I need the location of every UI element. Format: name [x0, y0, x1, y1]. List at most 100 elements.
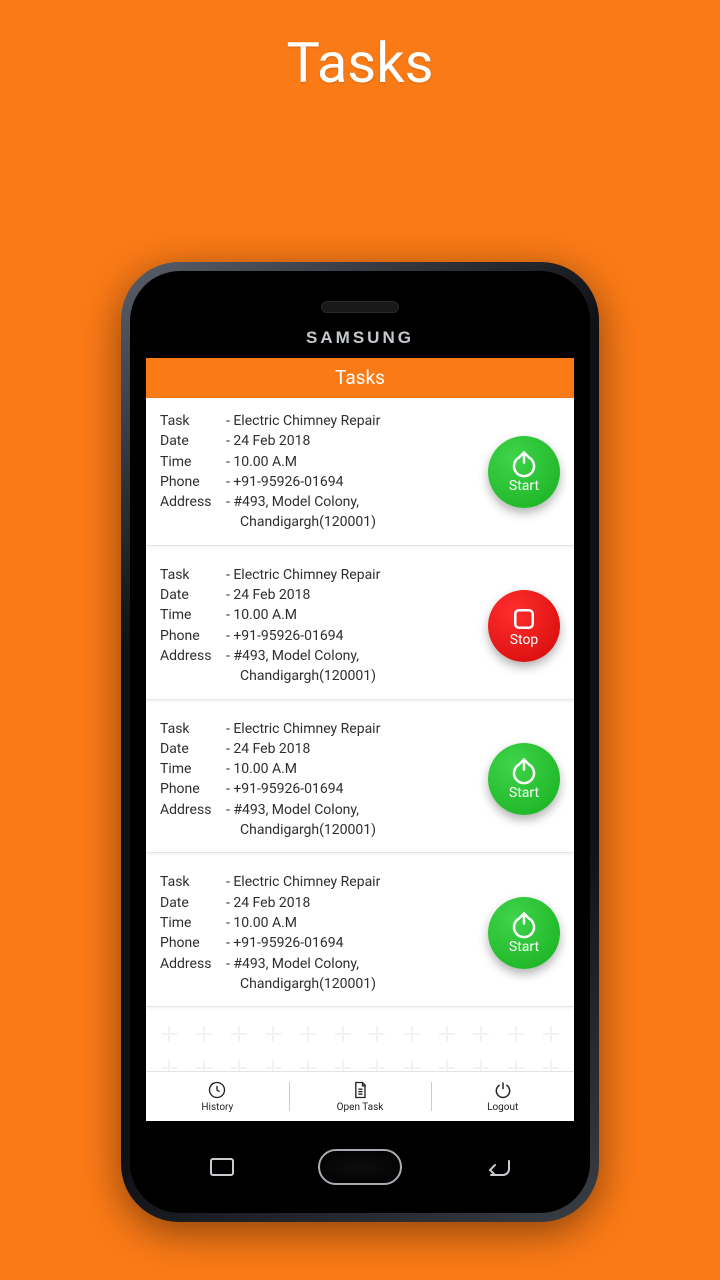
app-screen: Tasks TaskElectric Chimney RepairDate24 …	[146, 358, 574, 1121]
field-label: Task	[160, 872, 226, 892]
field-label: Task	[160, 719, 226, 739]
field-row-task: TaskElectric Chimney Repair	[160, 719, 482, 739]
start-button[interactable]: Start	[488, 897, 560, 969]
nav-logout[interactable]: Logout	[431, 1072, 574, 1121]
field-value: 10.00 A.M	[226, 759, 482, 779]
field-value-address2: Chandigargh(120001)	[160, 512, 482, 532]
field-row-time: Time10.00 A.M	[160, 913, 482, 933]
field-value-address2: Chandigargh(120001)	[160, 820, 482, 840]
field-label: Address	[160, 492, 226, 512]
field-value: +91-95926-01694	[226, 626, 482, 646]
field-value: #493, Model Colony,	[226, 646, 482, 666]
field-row-date: Date24 Feb 2018	[160, 431, 482, 451]
speaker-slot	[321, 301, 399, 313]
app-header: Tasks	[146, 358, 574, 398]
field-label: Date	[160, 431, 226, 451]
field-value: 24 Feb 2018	[226, 893, 482, 913]
task-fields: TaskElectric Chimney RepairDate24 Feb 20…	[160, 719, 482, 841]
field-row-time: Time10.00 A.M	[160, 605, 482, 625]
field-value: #493, Model Colony,	[226, 954, 482, 974]
field-value: Electric Chimney Repair	[226, 565, 482, 585]
field-row-date: Date24 Feb 2018	[160, 585, 482, 605]
field-row-phone: Phone+91-95926-01694	[160, 933, 482, 953]
task-card: TaskElectric Chimney RepairDate24 Feb 20…	[146, 398, 574, 546]
action-label: Start	[509, 478, 539, 494]
field-label: Address	[160, 646, 226, 666]
field-label: Phone	[160, 626, 226, 646]
field-value: 24 Feb 2018	[226, 585, 482, 605]
field-label: Address	[160, 954, 226, 974]
field-value: Electric Chimney Repair	[226, 872, 482, 892]
field-label: Phone	[160, 779, 226, 799]
field-value: +91-95926-01694	[226, 779, 482, 799]
nav-open-task[interactable]: Open Task	[289, 1072, 432, 1121]
field-row-address: Address#493, Model Colony,	[160, 646, 482, 666]
field-label: Date	[160, 893, 226, 913]
field-label: Date	[160, 585, 226, 605]
field-value: +91-95926-01694	[226, 933, 482, 953]
start-button[interactable]: Start	[488, 743, 560, 815]
task-fields: TaskElectric Chimney RepairDate24 Feb 20…	[160, 411, 482, 533]
field-label: Phone	[160, 933, 226, 953]
field-row-address: Address#493, Model Colony,	[160, 492, 482, 512]
hw-back-button[interactable]	[483, 1155, 513, 1179]
action-label: Stop	[510, 632, 539, 648]
action-label: Start	[509, 939, 539, 955]
field-row-time: Time10.00 A.M	[160, 759, 482, 779]
task-fields: TaskElectric Chimney RepairDate24 Feb 20…	[160, 565, 482, 687]
hardware-buttons	[130, 1149, 590, 1185]
field-value: Electric Chimney Repair	[226, 411, 482, 431]
field-row-phone: Phone+91-95926-01694	[160, 472, 482, 492]
field-value: 24 Feb 2018	[226, 739, 482, 759]
field-value: 10.00 A.M	[226, 913, 482, 933]
field-value: Electric Chimney Repair	[226, 719, 482, 739]
stop-button[interactable]: Stop	[488, 590, 560, 662]
field-row-task: TaskElectric Chimney Repair	[160, 565, 482, 585]
field-label: Date	[160, 739, 226, 759]
field-row-phone: Phone+91-95926-01694	[160, 626, 482, 646]
field-value: 10.00 A.M	[226, 452, 482, 472]
bottom-nav: History Open Task Logout	[146, 1071, 574, 1121]
field-value: +91-95926-01694	[226, 472, 482, 492]
task-list: TaskElectric Chimney RepairDate24 Feb 20…	[146, 398, 574, 1007]
field-label: Time	[160, 759, 226, 779]
nav-open-task-label: Open Task	[337, 1102, 384, 1113]
page-title: Tasks	[0, 0, 720, 96]
field-row-address: Address#493, Model Colony,	[160, 954, 482, 974]
field-row-address: Address#493, Model Colony,	[160, 800, 482, 820]
action-label: Start	[509, 785, 539, 801]
nav-logout-label: Logout	[487, 1102, 518, 1113]
nav-history[interactable]: History	[146, 1072, 289, 1121]
power-icon	[493, 1080, 513, 1100]
hw-recent-button[interactable]	[207, 1155, 237, 1179]
field-label: Address	[160, 800, 226, 820]
field-value: #493, Model Colony,	[226, 492, 482, 512]
field-label: Time	[160, 452, 226, 472]
field-row-task: TaskElectric Chimney Repair	[160, 411, 482, 431]
device-frame: SAMSUNG Tasks TaskElectric Chimney Repai…	[121, 262, 599, 1222]
field-value: #493, Model Colony,	[226, 800, 482, 820]
task-card: TaskElectric Chimney RepairDate24 Feb 20…	[146, 859, 574, 1007]
field-label: Task	[160, 411, 226, 431]
field-label: Time	[160, 605, 226, 625]
field-label: Phone	[160, 472, 226, 492]
task-card: TaskElectric Chimney RepairDate24 Feb 20…	[146, 552, 574, 700]
field-label: Time	[160, 913, 226, 933]
field-row-date: Date24 Feb 2018	[160, 739, 482, 759]
field-value-address2: Chandigargh(120001)	[160, 974, 482, 994]
start-button[interactable]: Start	[488, 436, 560, 508]
field-value: 10.00 A.M	[226, 605, 482, 625]
nav-history-label: History	[201, 1102, 233, 1113]
field-row-phone: Phone+91-95926-01694	[160, 779, 482, 799]
field-value: 24 Feb 2018	[226, 431, 482, 451]
hw-home-button[interactable]	[318, 1149, 402, 1185]
history-icon	[207, 1080, 227, 1100]
task-card: TaskElectric Chimney RepairDate24 Feb 20…	[146, 706, 574, 854]
document-icon	[350, 1080, 370, 1100]
field-row-date: Date24 Feb 2018	[160, 893, 482, 913]
device-inner: SAMSUNG Tasks TaskElectric Chimney Repai…	[130, 271, 590, 1213]
field-row-time: Time10.00 A.M	[160, 452, 482, 472]
task-fields: TaskElectric Chimney RepairDate24 Feb 20…	[160, 872, 482, 994]
field-label: Task	[160, 565, 226, 585]
device-brand: SAMSUNG	[130, 328, 590, 348]
